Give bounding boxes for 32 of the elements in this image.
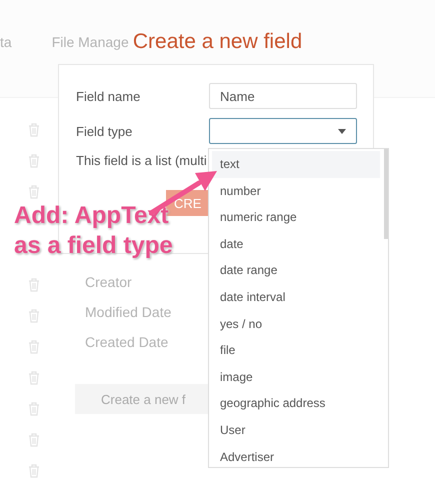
trash-icon[interactable] [28,185,40,199]
trash-icon[interactable] [28,340,40,354]
dropdown-option[interactable]: yes / no [212,310,380,338]
list-label: This field is a list (multi [76,153,207,168]
trash-icon[interactable] [28,464,40,478]
trash-icon[interactable] [28,154,40,168]
field-label: Field type [76,124,134,138]
caret-icon [338,128,346,134]
trash-icon[interactable] [28,123,40,137]
dropdown-option[interactable]: User [212,416,380,444]
field-name: Creator [85,274,132,290]
dropdown-option[interactable]: numeric range [212,204,380,231]
dropdown-option[interactable]: text [212,151,380,178]
dialog-title: Create a new field [132,30,302,54]
dropdown-option[interactable]: file [212,337,380,364]
trash-icon[interactable] [28,433,40,447]
dropdown-option[interactable]: date range [212,257,380,284]
field-label: Field name [76,88,142,104]
text-input[interactable]: Name [209,83,357,109]
trash-icon[interactable] [28,371,40,385]
annotation-text: as a field type [14,231,173,261]
trash-icon[interactable] [28,278,40,292]
dropdown-option[interactable]: Advertiser [212,444,380,470]
dropdown-option[interactable]: date [212,230,380,258]
select-field[interactable] [209,118,357,144]
trash-icon[interactable] [28,309,40,323]
trash-icon[interactable] [28,402,40,416]
dropdown-option[interactable]: number [212,178,380,204]
field-name: Created Date [85,334,168,350]
scrollbar[interactable] [384,149,388,239]
dropdown-option[interactable]: date interval [212,284,380,311]
field-name: Modified Date [85,304,172,320]
